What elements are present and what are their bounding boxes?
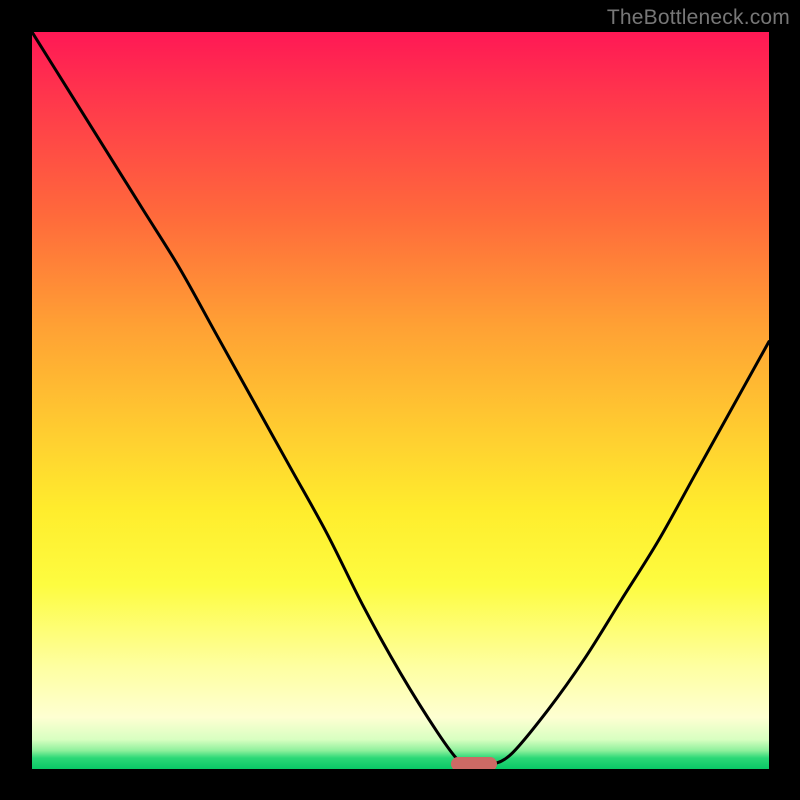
plot-area	[32, 32, 769, 769]
watermark-text: TheBottleneck.com	[607, 6, 790, 30]
bottleneck-curve	[32, 32, 769, 769]
optimum-marker	[451, 757, 497, 769]
chart-frame: TheBottleneck.com	[0, 0, 800, 800]
